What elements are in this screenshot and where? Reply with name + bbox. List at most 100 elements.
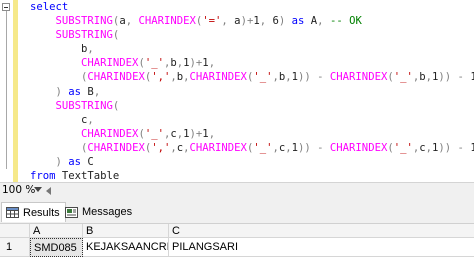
code-token: CHARINDEX <box>87 141 145 154</box>
code-token: , <box>87 43 94 56</box>
code-token: , <box>208 57 216 70</box>
zoom-level[interactable]: 100 % <box>0 183 35 198</box>
editor-status-bar: 100 % <box>0 182 474 198</box>
code-token: as <box>291 15 305 28</box>
row-number[interactable]: 1 <box>0 238 30 257</box>
code-token: )) - <box>438 141 471 154</box>
code-token: CHARINDEX <box>189 71 247 84</box>
code-token: '_' <box>144 57 164 70</box>
table-row[interactable]: 1 SMD085 KEJAKSAANCRB PILANGSARI <box>0 238 474 257</box>
code-token: '_' <box>253 141 273 154</box>
code-token: SUBSTRING <box>55 15 113 28</box>
code-token: CHARINDEX <box>329 71 388 84</box>
code-token: '=' <box>202 15 222 28</box>
code-token: ',' <box>151 71 171 84</box>
results-tab-bar: Results Messages <box>0 198 474 224</box>
code-line[interactable]: SUBSTRING( <box>30 99 474 113</box>
code-token: SUBSTRING <box>55 29 113 42</box>
code-token: CHARINDEX <box>81 127 139 140</box>
tab-results[interactable]: Results <box>1 202 66 222</box>
scroll-left-icon[interactable] <box>46 187 51 195</box>
code-line[interactable]: (CHARINDEX(',',b,CHARINDEX('_',b,1)) - C… <box>30 70 474 84</box>
code-token: c <box>30 113 88 126</box>
code-token: )) - <box>298 71 330 84</box>
cell-a[interactable]: SMD085 <box>30 238 83 257</box>
code-token: ) <box>55 85 69 98</box>
code-token: )+ <box>240 15 254 28</box>
code-token: )+ <box>189 57 203 70</box>
code-token: CHARINDEX <box>189 141 247 154</box>
code-token: -- OK <box>329 15 362 28</box>
code-line[interactable]: CHARINDEX('_',b,1)+1, <box>30 56 474 70</box>
code-token: 1 <box>470 141 474 154</box>
code-line[interactable]: CHARINDEX('_',c,1)+1, <box>30 127 474 141</box>
code-token: , <box>221 15 235 28</box>
row-number-header[interactable] <box>0 224 30 238</box>
code-token: , <box>259 15 273 28</box>
cell-b[interactable]: KEJAKSAANCRB <box>83 238 169 257</box>
column-header-b[interactable]: B <box>83 224 169 238</box>
tab-results-label: Results <box>23 206 60 219</box>
code-token: , <box>125 15 139 28</box>
code-token: ( <box>112 99 120 112</box>
code-token: 1 <box>470 71 474 84</box>
code-token: , <box>208 127 216 140</box>
code-line[interactable]: SUBSTRING( <box>30 28 474 42</box>
tab-messages[interactable]: Messages <box>61 202 137 222</box>
code-token: ',' <box>151 141 171 154</box>
code-token: B <box>81 85 94 98</box>
column-header-a[interactable]: A <box>30 224 83 238</box>
code-token: A <box>304 15 318 28</box>
code-token: '_' <box>253 71 273 84</box>
outline-line <box>6 11 7 169</box>
code-line[interactable]: from TextTable <box>30 169 474 182</box>
code-lines[interactable]: select SUBSTRING(a, CHARINDEX('=', a)+1,… <box>30 0 474 182</box>
change-tracking-bar <box>13 0 18 182</box>
code-token: , <box>93 85 101 98</box>
code-line[interactable]: c, <box>30 113 474 127</box>
grid-icon <box>6 207 19 218</box>
code-line[interactable]: select <box>30 0 474 14</box>
code-token: as <box>68 85 82 98</box>
code-token: '_' <box>393 71 413 84</box>
code-token: CHARINDEX <box>81 57 139 70</box>
code-token: select <box>30 1 69 13</box>
column-header-c[interactable]: C <box>169 224 474 238</box>
code-line[interactable]: (CHARINDEX(',',c,CHARINDEX('_',c,1)) - C… <box>30 141 474 155</box>
horizontal-scrollbar[interactable] <box>44 184 474 197</box>
query-editor[interactable]: select SUBSTRING(a, CHARINDEX('=', a)+1,… <box>0 0 474 182</box>
code-line[interactable]: ) as B, <box>30 85 474 99</box>
editor-gutter <box>0 0 13 182</box>
code-line[interactable]: SUBSTRING(a, CHARINDEX('=', a)+1, 6) as … <box>30 14 474 28</box>
code-token: CHARINDEX <box>329 141 388 154</box>
code-token: ( <box>112 29 120 42</box>
messages-icon <box>65 206 78 218</box>
code-token: CHARINDEX <box>87 71 145 84</box>
code-token: CHARINDEX <box>138 15 196 28</box>
code-token: ) <box>278 15 292 28</box>
code-token: TextTable <box>55 170 120 182</box>
code-token: C <box>81 156 94 169</box>
code-token: , <box>317 15 330 28</box>
grid-header-row: A B C <box>0 224 474 238</box>
chevron-down-icon[interactable] <box>34 187 42 192</box>
code-token: b <box>30 43 88 56</box>
code-token: )) - <box>438 71 471 84</box>
code-token: as <box>68 156 82 169</box>
cell-c[interactable]: PILANGSARI <box>169 238 474 257</box>
code-line[interactable]: b, <box>30 42 474 56</box>
code-token: )+ <box>189 127 203 140</box>
code-token: from <box>30 170 56 182</box>
results-grid[interactable]: A B C 1 SMD085 KEJAKSAANCRB PILANGSARI <box>0 224 474 260</box>
collapse-minus-icon[interactable] <box>2 3 10 11</box>
code-token: SUBSTRING <box>55 99 113 112</box>
code-line[interactable]: ) as C <box>30 155 474 169</box>
